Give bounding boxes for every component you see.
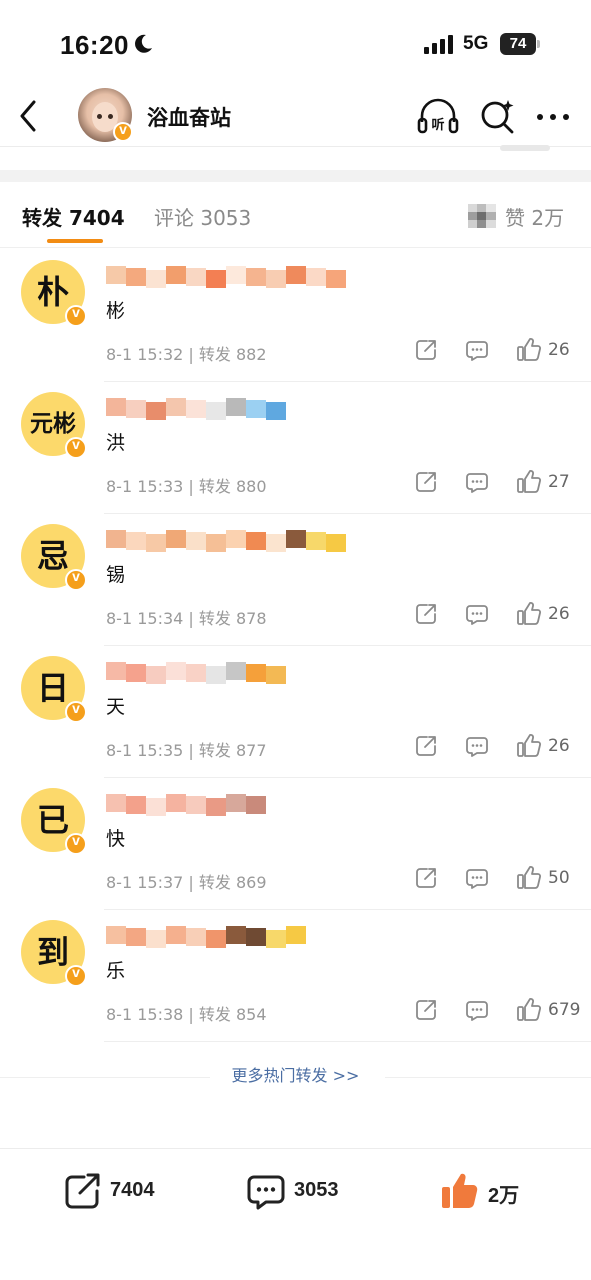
repost-content: 洪 [106,432,126,454]
repost-meta: 8-1 15:33 | 转发 880 [106,477,267,496]
repost-icon [65,1173,100,1209]
repost-content: 锡 [106,564,126,586]
repost-row[interactable]: 元彬 洪 8-1 15:33 | 转发 880 27 [0,382,591,514]
network-type: 5G [463,33,489,54]
repost-content: 乐 [106,960,126,982]
verified-badge-icon [65,436,87,459]
like-count: 26 [548,604,570,624]
username-pixelated[interactable] [106,794,356,818]
back-arrow-icon[interactable] [14,96,44,136]
thumbs-up-icon[interactable] [516,600,542,626]
username-pixelated[interactable] [106,662,356,686]
comment-icon[interactable] [465,866,489,890]
repost-meta: 8-1 15:38 | 转发 854 [106,1005,267,1024]
repost-row[interactable]: 忌 锡 8-1 15:34 | 转发 878 26 [0,514,591,646]
bottom-action-bar: 7404 3053 2万 [0,1148,591,1280]
thumbs-up-icon[interactable] [516,996,542,1022]
verified-badge-icon [65,304,87,327]
liker-avatar-pixelated [468,204,496,228]
active-tab-indicator [47,239,103,243]
author-name[interactable]: 浴血奋站 [147,102,231,132]
username-pixelated[interactable] [106,398,356,422]
thumbs-up-icon[interactable] [516,864,542,890]
top-nav-bar: 浴血奋站 听 [0,88,591,146]
row-divider [104,1041,591,1042]
interaction-tabs: 转发 7404 评论 3053 赞 2万 [0,182,591,248]
listen-headphones-icon[interactable]: 听 [416,96,460,136]
repost-row[interactable]: 朴 彬 8-1 15:32 | 转发 882 26 [0,250,591,382]
verified-badge-icon [65,964,87,987]
section-divider [0,170,591,182]
share-icon[interactable] [414,866,438,890]
verified-badge-icon [113,121,133,142]
verified-badge-icon [65,568,87,591]
repost-row[interactable]: 已 快 8-1 15:37 | 转发 869 50 [0,778,591,910]
like-count: 27 [548,472,570,492]
like-count: 679 [548,1000,581,1020]
battery-icon: 74 [500,33,540,55]
comment-icon[interactable] [465,338,489,362]
comment-icon[interactable] [465,734,489,758]
status-time: 16:20 [60,30,129,60]
repost-meta: 8-1 15:34 | 转发 878 [106,609,267,628]
repost-row[interactable]: 到 乐 8-1 15:38 | 转发 854 679 [0,910,591,1042]
comment-icon[interactable] [465,998,489,1022]
share-icon[interactable] [414,470,438,494]
more-hot-reposts-link[interactable]: 更多热门转发 >> [0,1062,591,1092]
comment-icon[interactable] [465,470,489,494]
repost-row[interactable]: 日 天 8-1 15:35 | 转发 877 26 [0,646,591,778]
username-pixelated[interactable] [106,266,356,290]
thumbs-up-filled-icon [442,1173,478,1208]
signal-icon [424,35,453,54]
more-options-icon[interactable] [534,102,572,132]
comment-icon [247,1175,285,1210]
verified-badge-icon [65,700,87,723]
tab-like[interactable]: 赞 2万 [505,202,564,231]
battery-level: 74 [509,35,527,52]
like-count: 50 [548,868,570,888]
bottom-like-count: 2万 [488,1185,520,1207]
share-icon[interactable] [414,602,438,626]
thumbs-up-icon[interactable] [516,468,542,494]
content-edge [0,145,591,170]
share-icon[interactable] [414,998,438,1022]
repost-meta: 8-1 15:35 | 转发 877 [106,741,267,760]
repost-content: 快 [106,828,126,850]
share-icon[interactable] [414,338,438,362]
bottom-repost-count: 7404 [110,1179,155,1201]
thumbs-up-icon[interactable] [516,732,542,758]
username-pixelated[interactable] [106,926,356,950]
search-icon[interactable] [478,96,518,136]
like-count: 26 [548,340,570,360]
status-bar: 16:20 5G 74 [0,0,591,88]
svg-text:听: 听 [431,117,444,133]
repost-meta: 8-1 15:32 | 转发 882 [106,345,267,364]
repost-meta: 8-1 15:37 | 转发 869 [106,873,267,892]
tab-comment[interactable]: 评论 3053 [154,202,251,231]
comment-icon[interactable] [465,602,489,626]
verified-badge-icon [65,832,87,855]
tab-repost[interactable]: 转发 7404 [22,202,125,231]
thumbs-up-icon[interactable] [516,336,542,362]
like-count: 26 [548,736,570,756]
repost-content: 彬 [106,300,126,322]
repost-content: 天 [106,696,126,718]
moon-icon [135,34,152,53]
share-icon[interactable] [414,734,438,758]
bottom-comment-count: 3053 [294,1179,339,1201]
username-pixelated[interactable] [106,530,356,554]
